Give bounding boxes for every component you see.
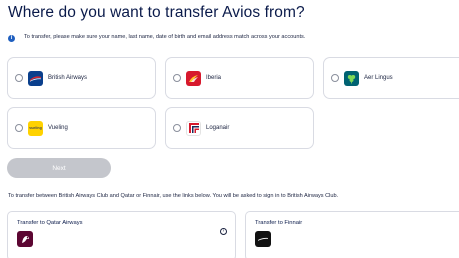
option-label: British Airways: [48, 75, 88, 81]
radio-british-airways[interactable]: [15, 74, 23, 82]
radio-iberia[interactable]: [173, 74, 181, 82]
transfer-finnair-card[interactable]: Transfer to Finnair: [245, 211, 459, 258]
loganair-logo-icon: [186, 120, 201, 136]
option-label: Aer Lingus: [364, 75, 393, 81]
transfer-note: To transfer between British Airways Club…: [8, 193, 339, 199]
option-aer-lingus[interactable]: Aer Lingus: [323, 57, 459, 99]
option-label: Vueling: [48, 125, 68, 131]
aer-lingus-logo-icon: [344, 70, 359, 86]
vueling-logo-text: vueling: [29, 126, 42, 130]
transfer-qatar-label: Transfer to Qatar Airways: [17, 220, 83, 226]
option-british-airways[interactable]: British Airways: [7, 57, 156, 99]
transfer-finnair-label: Transfer to Finnair: [255, 220, 303, 226]
option-loganair[interactable]: Loganair: [165, 107, 314, 149]
iberia-logo-icon: [186, 70, 201, 86]
option-label: Loganair: [206, 125, 230, 131]
radio-loganair[interactable]: [173, 124, 181, 132]
radio-vueling[interactable]: [15, 124, 23, 132]
radio-aer-lingus[interactable]: [331, 74, 339, 82]
transfer-avios-page: Where do you want to transfer Avios from…: [0, 0, 459, 258]
next-button[interactable]: Next: [7, 158, 111, 178]
page-title: Where do you want to transfer Avios from…: [8, 4, 305, 21]
arrow-right-circle-icon[interactable]: ›: [220, 228, 227, 235]
qatar-airways-logo-icon: [17, 231, 33, 247]
notice-text: To transfer, please make sure your name,…: [24, 34, 306, 40]
british-airways-logo-icon: [28, 70, 43, 86]
vueling-logo-icon: vueling: [28, 120, 43, 136]
finnair-logo-icon: [255, 231, 271, 247]
info-icon: i: [8, 35, 15, 42]
option-iberia[interactable]: Iberia: [165, 57, 314, 99]
option-vueling[interactable]: vueling Vueling: [7, 107, 156, 149]
transfer-qatar-card[interactable]: Transfer to Qatar Airways ›: [7, 211, 236, 258]
option-label: Iberia: [206, 75, 222, 81]
